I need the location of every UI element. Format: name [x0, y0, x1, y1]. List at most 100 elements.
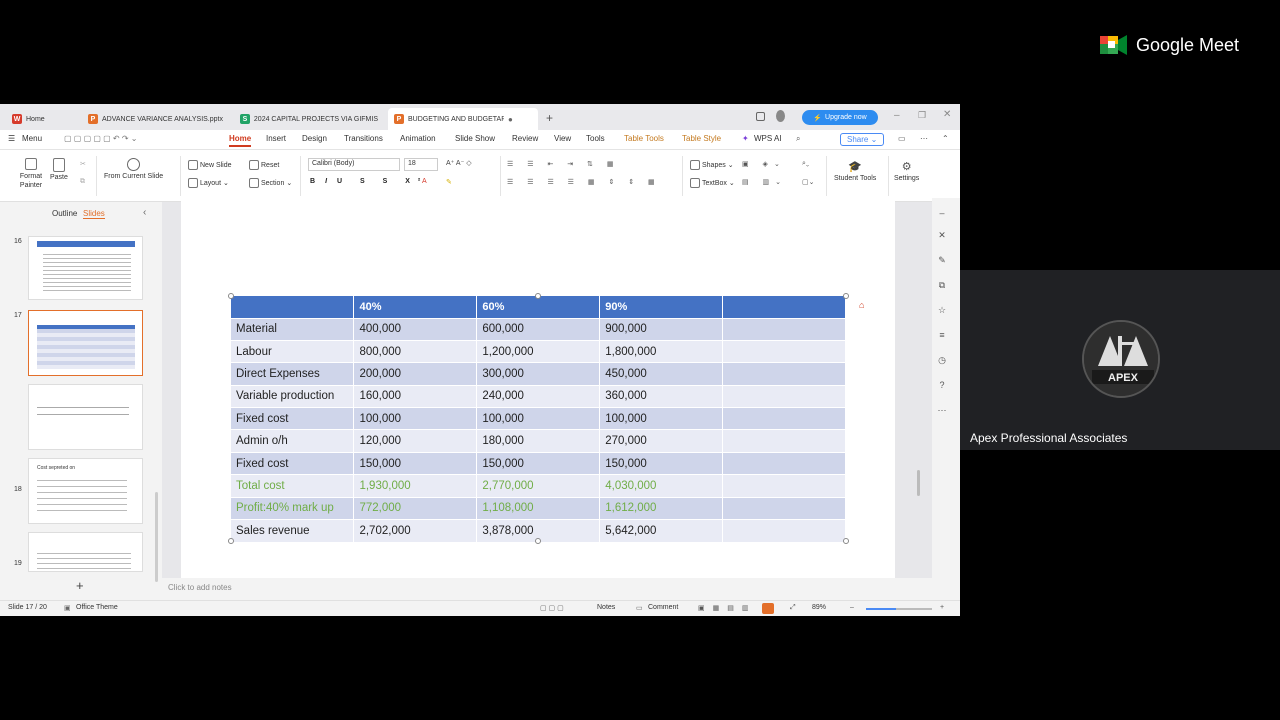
resize-handle[interactable] — [228, 293, 234, 299]
cell-empty[interactable] — [722, 362, 846, 386]
find-icon[interactable]: ⌕⌄ — [802, 160, 809, 168]
sidebar-properties-icon[interactable]: ≡ — [937, 330, 947, 340]
cell-90[interactable]: 450,000 — [599, 362, 724, 386]
header-cell[interactable]: 40% — [353, 296, 478, 318]
header-cell[interactable]: 60% — [476, 296, 601, 318]
status-icons[interactable]: ▢ ▢ ▢ — [540, 604, 564, 612]
format-painter-button[interactable]: Format Painter — [18, 158, 44, 190]
cell-60[interactable]: 100,000 — [476, 407, 601, 430]
sidebar-star-icon[interactable]: ☆ — [937, 305, 947, 315]
image-fill-icons[interactable]: ▣ ◈⌄ — [742, 160, 786, 168]
reset-button[interactable]: Reset — [249, 160, 279, 170]
copy-icon[interactable]: ⧉ — [80, 178, 85, 186]
cell-90[interactable]: 150,000 — [599, 451, 724, 475]
editor-scrollbar[interactable] — [917, 470, 920, 496]
more-icon[interactable]: ⋯ — [920, 134, 928, 143]
alignment-icons[interactable]: ☰ ☰ ☰ ☰ ▦ ⇕ ⇕ ▦ — [507, 178, 661, 186]
cell-40[interactable]: 120,000 — [353, 429, 478, 453]
cell-60[interactable]: 2,770,000 — [476, 474, 601, 498]
cell-empty[interactable] — [722, 407, 846, 430]
slides-tab[interactable]: Slides — [83, 209, 105, 219]
highlight-icon[interactable]: ✎ — [446, 178, 452, 186]
font-name-select[interactable]: Calibri (Body) — [308, 158, 400, 171]
cell-60[interactable]: 150,000 — [476, 451, 601, 475]
collapse-panel-icon[interactable]: ‹ — [143, 207, 146, 218]
cell-40[interactable]: 150,000 — [353, 451, 478, 475]
cell-empty[interactable] — [722, 317, 846, 341]
select-icon[interactable]: ▢⌄ — [802, 178, 814, 186]
close-window-icon[interactable]: ✕ — [943, 109, 951, 120]
tab-capital-projects[interactable]: S 2024 CAPITAL PROJECTS VIA GIFMIS — [234, 108, 384, 130]
resize-handle[interactable] — [228, 538, 234, 544]
cell-40[interactable]: 772,000 — [353, 496, 478, 520]
header-cell[interactable]: 90% — [599, 296, 724, 318]
menu-button[interactable]: Menu — [22, 134, 42, 143]
restore-icon[interactable]: ❐ — [918, 110, 926, 121]
cell-40[interactable]: 100,000 — [353, 407, 478, 430]
cell-90[interactable]: 270,000 — [599, 429, 724, 453]
cell-90[interactable]: 100,000 — [599, 407, 724, 430]
sidebar-help-icon[interactable]: ? — [937, 380, 947, 390]
row-label[interactable]: Profit:40% mark up — [231, 496, 355, 520]
tab-home[interactable]: W Home — [6, 108, 76, 130]
sidebar-design-icon[interactable]: ✎ — [937, 255, 947, 265]
cell-40[interactable]: 2,702,000 — [353, 519, 478, 542]
cell-empty[interactable] — [722, 519, 846, 542]
slide-thumbnail-20[interactable] — [28, 532, 143, 572]
theme-name[interactable]: Office Theme — [76, 604, 118, 611]
new-slide-button[interactable]: New Slide — [188, 160, 232, 170]
cell-empty[interactable] — [722, 384, 846, 408]
row-label[interactable]: Labour — [231, 339, 355, 363]
sidebar-history-icon[interactable]: ◷ — [937, 355, 947, 365]
cell-60[interactable]: 300,000 — [476, 362, 601, 386]
menu-item-home[interactable]: Home — [229, 134, 252, 147]
resize-handle[interactable] — [535, 293, 541, 299]
cell-40[interactable]: 800,000 — [353, 339, 478, 363]
zoom-in-icon[interactable]: + — [940, 604, 944, 611]
tab-close-icon[interactable]: ● — [508, 115, 513, 124]
cost-table[interactable]: 40% 60% 90% Material 400,000 600,000 900… — [231, 296, 846, 542]
menu-hamburger-icon[interactable]: ☰ — [8, 134, 15, 143]
table-quick-tool-icon[interactable]: ⌂ — [859, 300, 864, 310]
window-layout-icon[interactable] — [756, 112, 765, 121]
resize-handle[interactable] — [535, 538, 541, 544]
cell-90[interactable]: 1,800,000 — [599, 339, 724, 363]
row-label[interactable]: Variable production — [231, 384, 355, 408]
panel-scrollbar[interactable] — [155, 492, 158, 582]
slideshow-play-icon[interactable] — [762, 603, 774, 614]
resize-handle[interactable] — [843, 293, 849, 299]
comment-button[interactable]: Comment — [648, 604, 678, 611]
font-size-controls-icon[interactable]: A⁺ A⁻ ◇ — [446, 159, 472, 167]
header-cell[interactable] — [231, 296, 355, 318]
menu-item-view[interactable]: View — [554, 134, 571, 143]
row-label[interactable]: Sales revenue — [231, 519, 355, 542]
from-current-slide-button[interactable]: From Current Slide — [104, 158, 163, 180]
arrange-icons[interactable]: ▤ ▥⌄ — [742, 178, 787, 186]
header-cell[interactable] — [722, 296, 846, 318]
slide-thumbnail-17[interactable] — [28, 310, 143, 376]
cell-empty[interactable] — [722, 451, 846, 475]
slide-thumbnail-18[interactable] — [28, 384, 143, 450]
cell-60[interactable]: 180,000 — [476, 429, 601, 453]
tab-advance-variance[interactable]: P ADVANCE VARIANCE ANALYSIS.pptx — [82, 108, 232, 130]
search-icon[interactable]: ⌕ — [796, 134, 800, 144]
cell-60[interactable]: 600,000 — [476, 317, 601, 341]
zoom-out-icon[interactable]: – — [850, 604, 854, 611]
cell-40[interactable]: 160,000 — [353, 384, 478, 408]
cell-90[interactable]: 900,000 — [599, 317, 724, 341]
menu-item-table-style[interactable]: Table Style — [682, 134, 721, 143]
section-button[interactable]: Section ⌄ — [249, 178, 292, 188]
row-label[interactable]: Admin o/h — [231, 429, 355, 453]
notes-button[interactable]: Notes — [597, 604, 615, 611]
zoom-slider[interactable] — [866, 608, 932, 610]
cell-empty[interactable] — [722, 339, 846, 363]
resize-handle[interactable] — [843, 538, 849, 544]
sidebar-copy-icon[interactable]: ⧉ — [937, 280, 947, 290]
menu-item-tools[interactable]: Tools — [586, 134, 605, 143]
cell-empty[interactable] — [722, 496, 846, 520]
upgrade-now-button[interactable]: ⚡ Upgrade now — [802, 110, 878, 125]
cell-90[interactable]: 360,000 — [599, 384, 724, 408]
list-icons[interactable]: ☰ ☰ ⇤ ⇥ ⇅ ▦ — [507, 160, 619, 168]
share-button[interactable]: Share ⌄ — [840, 133, 885, 146]
cell-empty[interactable] — [722, 429, 846, 453]
